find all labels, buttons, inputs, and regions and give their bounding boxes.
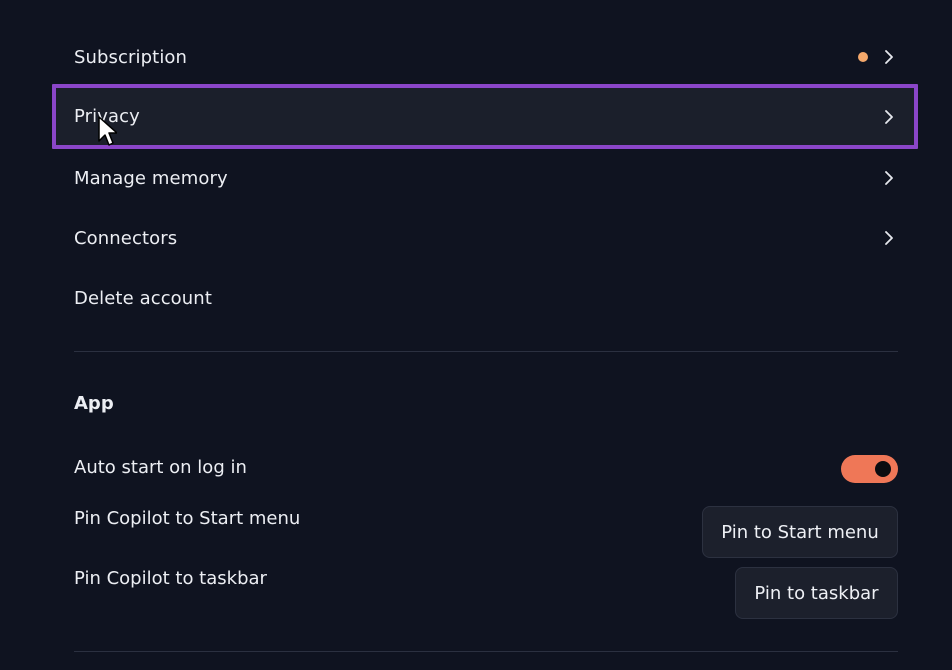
section-divider <box>74 651 898 652</box>
chevron-right-icon <box>885 231 893 245</box>
settings-item-privacy[interactable]: Privacy <box>52 84 918 149</box>
chevron-right-icon <box>885 171 893 185</box>
toggle-knob <box>875 461 891 477</box>
settings-item-delete-account[interactable]: Delete account <box>52 268 918 328</box>
settings-item-label: Subscription <box>74 46 188 68</box>
section-title-app: App <box>74 393 114 414</box>
auto-start-label: Auto start on log in <box>74 457 247 478</box>
settings-panel: Subscription Privacy Manage memory Conne… <box>0 0 952 670</box>
settings-item-label: Manage memory <box>74 167 228 189</box>
pin-to-taskbar-button[interactable]: Pin to taskbar <box>735 567 898 619</box>
settings-item-manage-memory[interactable]: Manage memory <box>52 148 918 208</box>
settings-item-subscription[interactable]: Subscription <box>52 27 918 87</box>
mouse-pointer-icon <box>98 116 117 146</box>
pin-to-start-button[interactable]: Pin to Start menu <box>702 506 898 558</box>
chevron-right-icon <box>885 109 893 124</box>
settings-item-connectors[interactable]: Connectors <box>52 208 918 268</box>
chevron-right-icon <box>885 50 893 64</box>
notification-dot-icon <box>858 52 868 62</box>
auto-start-toggle[interactable] <box>841 455 898 483</box>
section-divider <box>74 351 898 352</box>
settings-item-label: Connectors <box>74 227 178 249</box>
settings-item-label: Delete account <box>74 287 212 309</box>
pin-taskbar-label: Pin Copilot to taskbar <box>74 568 267 589</box>
pin-start-label: Pin Copilot to Start menu <box>74 508 301 529</box>
